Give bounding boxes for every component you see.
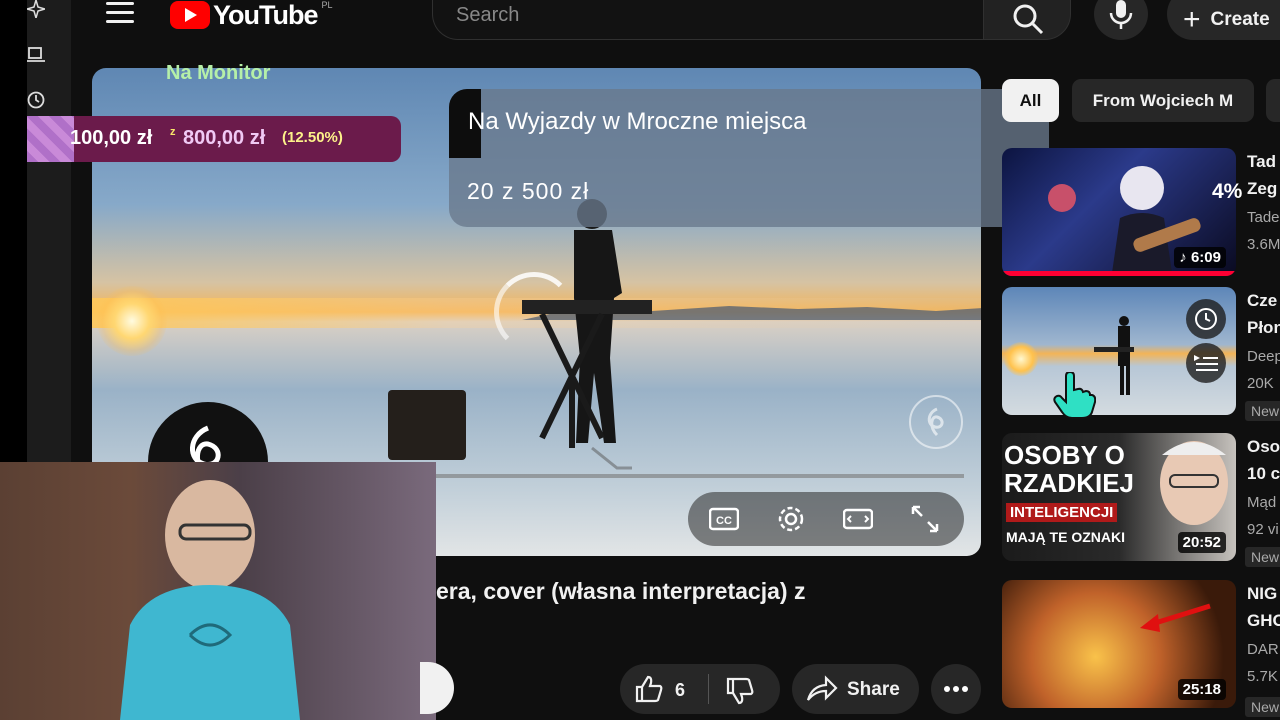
search-icon xyxy=(1013,4,1044,35)
queue-icon xyxy=(1194,355,1218,371)
side-title-4b[interactable]: GHO xyxy=(1247,611,1280,631)
side-channel-4: DAR xyxy=(1247,641,1279,658)
webcam-person xyxy=(120,480,300,720)
duration-4: 25:18 xyxy=(1177,679,1226,700)
thumb-2-sun xyxy=(1004,342,1038,376)
like-icon[interactable] xyxy=(634,674,664,704)
side-title-3[interactable]: Oso xyxy=(1247,437,1280,457)
new-badge-4: New xyxy=(1245,697,1280,717)
side-title-4[interactable]: NIG xyxy=(1247,584,1277,604)
svg-text:CC: CC xyxy=(716,515,732,527)
menu-icon[interactable] xyxy=(106,2,134,26)
thumbnail-4[interactable]: 25:18 xyxy=(1002,580,1236,708)
side-channel-3: Mąd xyxy=(1247,494,1277,511)
logo-text: YouTube xyxy=(213,0,318,30)
thumb-3-text-1: OSOBY O xyxy=(1004,440,1125,470)
amplifier xyxy=(388,390,466,460)
settings-gear-icon[interactable] xyxy=(776,504,806,534)
more-icon xyxy=(944,686,968,692)
duration-1: ♪ 6:09 xyxy=(1174,247,1226,268)
chip-from-channel[interactable]: From Wojciech M xyxy=(1072,79,1254,122)
new-badge-2: New xyxy=(1245,401,1280,421)
watch-later-button[interactable] xyxy=(1186,299,1226,339)
donation-current: 100,00 zł xyxy=(70,127,153,149)
search-input[interactable]: Search xyxy=(432,0,984,40)
side-title-3b[interactable]: 10 c xyxy=(1247,464,1280,484)
sparkle-icon[interactable] xyxy=(27,0,45,18)
goal-amount: 20 z 500 zł xyxy=(467,178,590,204)
goal-title: Na Wyjazdy w Mroczne miejsca xyxy=(468,108,807,135)
thumbnail-2[interactable] xyxy=(1002,287,1236,415)
side-views-3: 92 vi xyxy=(1247,521,1279,538)
progress-bar[interactable] xyxy=(420,474,964,478)
thumb-2-performer xyxy=(1094,316,1134,395)
thumb-3-text-3: INTELIGENCJI xyxy=(1006,503,1118,522)
thumb-3-text-4: MAJĄ TE OZNAKI xyxy=(1006,529,1125,545)
red-arrow-icon xyxy=(1140,603,1211,632)
plus-icon: + xyxy=(1183,3,1201,36)
side-channel-1: Tade xyxy=(1247,209,1280,226)
clock-icon xyxy=(1195,308,1217,330)
thumb-3-text-2: RZADKIEJ xyxy=(1004,468,1135,498)
more-actions-button[interactable] xyxy=(931,664,981,714)
duration-3: 20:52 xyxy=(1177,532,1226,553)
hand-cursor-icon xyxy=(1053,372,1096,419)
share-label: Share xyxy=(847,679,900,700)
create-label: Create xyxy=(1210,9,1270,30)
sun xyxy=(97,286,167,356)
create-button[interactable]: + Create xyxy=(1167,0,1280,40)
side-views-4: 5.7K xyxy=(1247,668,1278,685)
channel-watermark[interactable] xyxy=(909,395,963,449)
youtube-play-icon xyxy=(170,1,210,29)
region-code: PL xyxy=(321,0,333,10)
search-button[interactable] xyxy=(983,0,1071,40)
side-views-2: 20K xyxy=(1247,375,1274,392)
add-to-queue-button[interactable] xyxy=(1186,343,1226,383)
watch-progress xyxy=(1002,271,1236,276)
chip-all[interactable]: All xyxy=(1002,79,1059,122)
video-title: era, cover (własna interpretacja) z xyxy=(436,578,806,604)
donation-target: 800,00 zł xyxy=(183,127,266,149)
share-icon xyxy=(806,675,838,701)
side-channel-2: Deep xyxy=(1247,348,1280,365)
voice-search-button[interactable] xyxy=(1094,0,1148,40)
thumbnail-1[interactable]: ♪ 6:09 xyxy=(1002,148,1236,276)
search-placeholder: Search xyxy=(456,4,520,26)
donation-progress-fill xyxy=(27,116,74,162)
overlay-percent: 4% xyxy=(1212,180,1243,203)
side-views-1: 3.6M xyxy=(1247,236,1280,253)
side-title-2[interactable]: Cze xyxy=(1247,291,1277,311)
subscribe-button[interactable] xyxy=(420,662,454,714)
thumbnail-3[interactable]: OSOBY O RZADKIEJ INTELIGENCJI MAJĄ TE OZ… xyxy=(1002,433,1236,561)
library-icon[interactable] xyxy=(27,45,45,63)
chip-next[interactable] xyxy=(1266,79,1280,122)
like-count: 6 xyxy=(675,680,686,700)
side-title-1[interactable]: Tad xyxy=(1247,152,1276,172)
na-monitor-label: Na Monitor xyxy=(166,62,271,84)
new-badge-3: New xyxy=(1245,547,1280,567)
note-logo-icon xyxy=(927,407,944,437)
thumb-3-face xyxy=(1160,441,1228,525)
loading-spinner xyxy=(494,272,574,352)
theater-mode-icon[interactable] xyxy=(843,504,873,534)
like-divider xyxy=(708,674,709,704)
donation-percent: (12.50%) xyxy=(282,129,343,146)
dislike-icon[interactable] xyxy=(725,676,755,706)
microphone-icon xyxy=(1109,0,1133,29)
youtube-logo[interactable]: YouTube PL xyxy=(170,0,333,30)
side-title-1b[interactable]: Zeg xyxy=(1247,179,1277,199)
side-title-2b[interactable]: Płon xyxy=(1247,318,1280,338)
fullscreen-icon[interactable] xyxy=(910,504,940,534)
captions-icon[interactable]: CC xyxy=(709,504,739,534)
history-icon[interactable] xyxy=(27,91,45,109)
donation-separator: z xyxy=(170,126,176,138)
